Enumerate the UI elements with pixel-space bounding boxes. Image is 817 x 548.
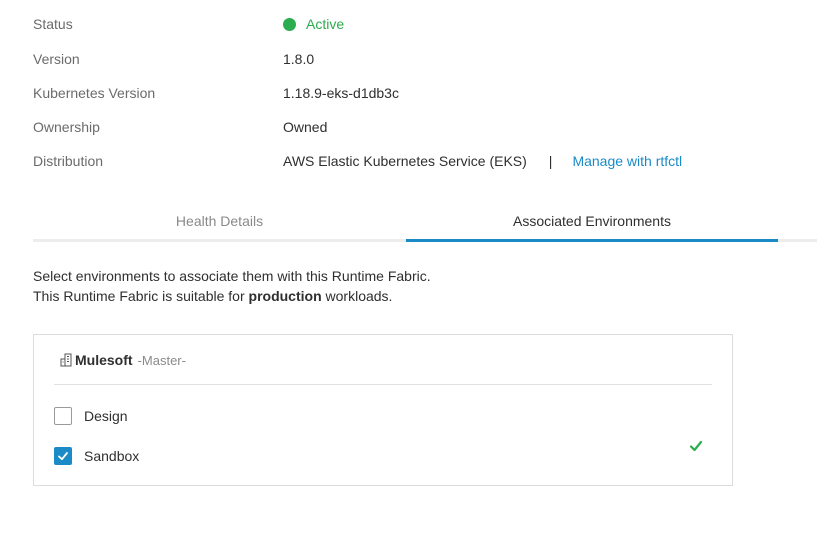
- associated-check-icon: [689, 440, 703, 452]
- distribution-value: AWS Elastic Kubernetes Service (EKS) | M…: [283, 151, 682, 171]
- tab-health-details[interactable]: Health Details: [33, 203, 406, 239]
- distribution-text: AWS Elastic Kubernetes Service (EKS): [283, 153, 527, 169]
- organization-divider: [54, 384, 712, 385]
- description-line-2: This Runtime Fabric is suitable for prod…: [33, 286, 431, 306]
- sandbox-checkbox[interactable]: [54, 447, 72, 465]
- status-label: Status: [33, 16, 73, 32]
- environment-row-sandbox[interactable]: Sandbox: [54, 446, 139, 466]
- description-line-1: Select environments to associate them wi…: [33, 268, 431, 284]
- status-text: Active: [306, 16, 345, 32]
- environment-label-sandbox: Sandbox: [84, 448, 140, 464]
- organization-role: -Master-: [137, 352, 186, 368]
- kubernetes-version-value: 1.18.9-eks-d1db3c: [283, 85, 399, 101]
- version-label: Version: [33, 51, 80, 67]
- status-value: Active: [283, 14, 344, 34]
- environments-panel: Mulesoft -Master- Design Sandbox: [33, 334, 733, 486]
- ownership-label: Ownership: [33, 119, 100, 135]
- organization-header: Mulesoft -Master-: [60, 350, 186, 370]
- description-suffix: workloads.: [321, 288, 393, 304]
- description: Select environments to associate them wi…: [33, 266, 431, 306]
- tab-associated-environments[interactable]: Associated Environments: [406, 203, 778, 239]
- environment-label-design: Design: [84, 408, 128, 424]
- design-checkbox[interactable]: [54, 407, 72, 425]
- description-prefix: This Runtime Fabric is suitable for: [33, 288, 249, 304]
- version-value: 1.8.0: [283, 51, 315, 67]
- tab-bar: Health Details Associated Environments: [33, 203, 817, 243]
- kubernetes-version-label: Kubernetes Version: [33, 85, 156, 101]
- organization-name: Mulesoft: [75, 352, 133, 368]
- description-emphasis: production: [248, 288, 322, 304]
- status-indicator-icon: [283, 17, 296, 31]
- environment-row-design[interactable]: Design: [54, 406, 128, 426]
- ownership-value: Owned: [283, 119, 328, 135]
- active-tab-indicator: [406, 239, 778, 242]
- manage-with-rtfctl-link[interactable]: Manage with rtfctl: [572, 151, 682, 171]
- distribution-label: Distribution: [33, 153, 104, 169]
- checkmark-icon: [58, 452, 68, 461]
- organization-icon: [60, 353, 72, 367]
- distribution-separator: |: [548, 153, 553, 169]
